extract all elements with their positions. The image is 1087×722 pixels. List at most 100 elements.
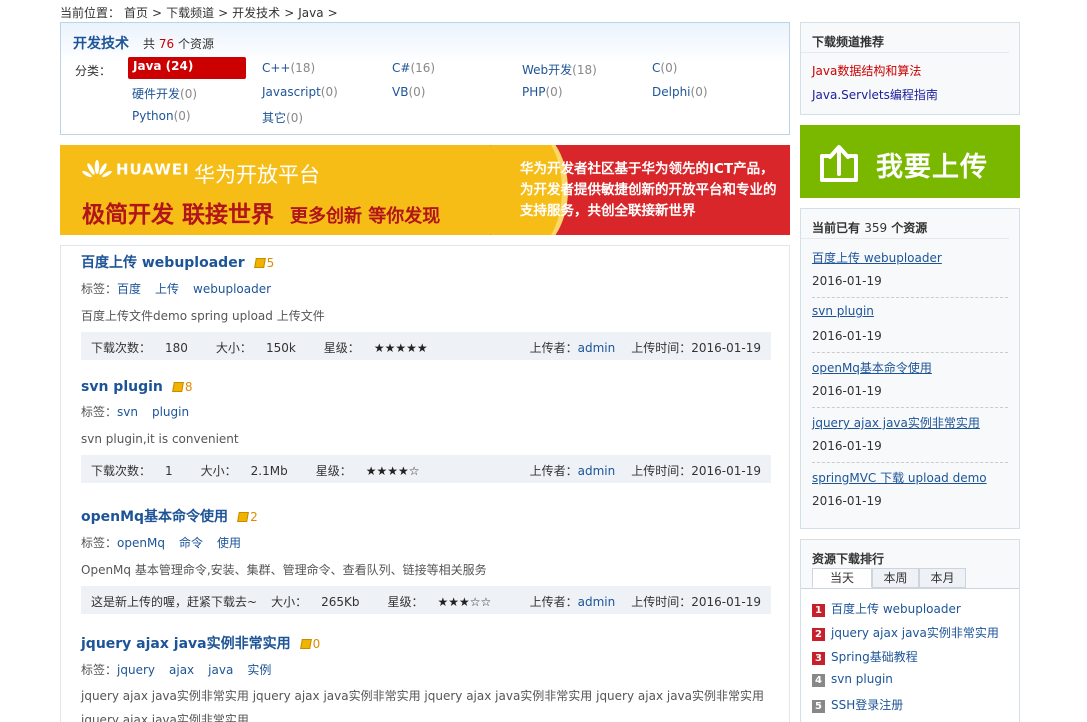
tag-link[interactable]: jquery xyxy=(117,663,155,677)
cat-count: (16) xyxy=(410,61,436,75)
banner-slogan: 极简开发 联接世界 更多创新 等你发现 xyxy=(82,195,440,229)
ranking-panel: 资源下载排行 当天 本周 本月 1 百度上传 webuploader 2 jquer… xyxy=(800,539,1020,722)
uploader-link[interactable]: admin xyxy=(578,341,616,355)
category-hardware[interactable]: 硬件开发(0) xyxy=(132,85,197,102)
category-delphi[interactable]: Delphi(0) xyxy=(652,85,708,99)
category-vb[interactable]: VB(0) xyxy=(392,85,425,99)
cat-name: 其它 xyxy=(262,111,287,125)
resource-title[interactable]: jquery ajax java实例非常实用 xyxy=(81,636,291,652)
cat-count: (0) xyxy=(286,111,304,125)
category-php[interactable]: PHP(0) xyxy=(522,85,563,99)
current-item-link[interactable]: openMq基本命令使用 xyxy=(812,359,1008,376)
category-other[interactable]: 其它(0) xyxy=(262,109,303,126)
size-label: 大小： xyxy=(215,341,252,355)
upload-date: 2016-01-19 xyxy=(691,595,761,609)
tab-today[interactable]: 当天 xyxy=(812,568,872,588)
category-python[interactable]: Python(0) xyxy=(132,109,191,123)
score-value: 2 xyxy=(250,510,258,524)
tag-link[interactable]: 百度 xyxy=(117,282,141,296)
score-badge: 2 xyxy=(237,510,258,524)
current-item-date: 2016-01-19 xyxy=(812,329,882,343)
cat-name: Web开发 xyxy=(522,63,573,77)
rank-title: Spring基础教程 xyxy=(831,650,918,664)
tag-link[interactable]: plugin xyxy=(152,405,189,419)
resource-title[interactable]: 百度上传 webuploader xyxy=(81,255,245,271)
breadcrumb-home[interactable]: 首页 xyxy=(124,6,148,20)
tag-link[interactable]: ajax xyxy=(169,663,194,677)
current-item-date: 2016-01-19 xyxy=(812,494,882,508)
divider xyxy=(812,297,1008,298)
rank-item[interactable]: 2 jquery ajax java实例非常实用 xyxy=(812,624,999,641)
cat-name: VB xyxy=(392,85,409,99)
current-item-link[interactable]: 百度上传 webuploader xyxy=(812,249,1008,266)
category-csharp[interactable]: C#(16) xyxy=(392,61,435,75)
rank-title: SSH登录注册 xyxy=(831,698,904,712)
upload-label: 我要上传 xyxy=(876,152,988,183)
upload-button[interactable]: 我要上传 xyxy=(800,125,1020,198)
huawei-flower-icon xyxy=(82,160,112,178)
rank-item[interactable]: 3 Spring基础教程 xyxy=(812,648,918,665)
category-web[interactable]: Web开发(18) xyxy=(522,61,597,78)
uploader-link[interactable]: admin xyxy=(578,464,616,478)
cat-name: Delphi xyxy=(652,85,691,99)
cat-name: Javascript xyxy=(262,85,321,99)
list-item: svn plugin 8 标签：svn plugin svn plugin,it i… xyxy=(81,379,771,483)
tag-link[interactable]: 实例 xyxy=(247,663,271,677)
tag-link[interactable]: svn xyxy=(117,405,138,419)
breadcrumb-download[interactable]: 下载频道 xyxy=(166,6,214,20)
size-label: 大小： xyxy=(200,464,237,478)
category-java[interactable]: Java (24) xyxy=(128,57,246,79)
category-cpp[interactable]: C++(18) xyxy=(262,61,315,75)
downloads-value: 1 xyxy=(165,464,173,478)
current-item-link[interactable]: jquery ajax java实例非常实用 xyxy=(812,414,1008,431)
tag-link[interactable]: 使用 xyxy=(217,536,241,550)
score-value: 8 xyxy=(184,380,193,394)
rank-number: 4 xyxy=(812,674,825,687)
level-label: 星级： xyxy=(387,595,424,609)
resource-title[interactable]: openMq基本命令使用 xyxy=(81,509,228,525)
rank-item[interactable]: 5 SSH登录注册 xyxy=(812,696,903,713)
cat-count: (0) xyxy=(320,85,338,99)
breadcrumb-dev[interactable]: 开发技术 xyxy=(232,6,280,20)
recommend-link[interactable]: Java.Servlets编程指南 xyxy=(812,86,938,103)
current-resources-panel: 当前已有 359 个资源 百度上传 webuploader 2016-01-19… xyxy=(800,208,1020,529)
uploader-link[interactable]: admin xyxy=(578,595,616,609)
cat-count: (18) xyxy=(572,63,597,77)
tags-label: 标签： xyxy=(81,663,118,677)
tag-link[interactable]: webuploader xyxy=(193,282,271,296)
huawei-ad-banner[interactable]: HUAWEI 华为开放平台 极简开发 联接世界 更多创新 等你发现 华为开发者社… xyxy=(60,145,790,235)
rank-number: 2 xyxy=(812,628,825,641)
total-count: 76 xyxy=(158,37,175,51)
cat-name: C++ xyxy=(262,61,291,75)
tag-link[interactable]: 命令 xyxy=(179,536,203,550)
recommend-title: 下载频道推荐 xyxy=(801,23,1009,53)
banner-brand: HUAWEI xyxy=(116,160,190,179)
coin-icon xyxy=(171,382,184,392)
tag-link[interactable]: openMq xyxy=(117,536,165,550)
current-suffix: 个资源 xyxy=(891,221,928,235)
tab-month[interactable]: 本月 xyxy=(919,568,966,588)
uploader-label: 上传者： xyxy=(529,341,578,355)
resource-title[interactable]: svn plugin xyxy=(81,379,163,395)
divider xyxy=(812,407,1008,408)
cat-name: C# xyxy=(392,61,411,75)
cat-name: Java xyxy=(133,59,162,73)
rank-item[interactable]: 1 百度上传 webuploader xyxy=(812,600,961,617)
upload-date: 2016-01-19 xyxy=(691,341,761,355)
current-item-link[interactable]: svn plugin xyxy=(812,304,1008,318)
recommend-link[interactable]: Java数据结构和算法 xyxy=(812,62,921,79)
breadcrumb-java[interactable]: Java xyxy=(298,6,323,20)
current-title: 当前已有 359 个资源 xyxy=(801,209,1009,239)
uploader-label: 上传者： xyxy=(529,595,578,609)
recommend-panel: 下载频道推荐 Java数据结构和算法 Java.Servlets编程指南 xyxy=(800,22,1020,115)
rank-item[interactable]: 4 svn plugin xyxy=(812,672,893,687)
tag-link[interactable]: 上传 xyxy=(155,282,179,296)
tab-week[interactable]: 本周 xyxy=(872,568,919,588)
current-item-link[interactable]: springMVC 下载 upload demo xyxy=(812,469,1008,486)
resource-meta-bar: 下载次数： 1 大小： 2.1Mb 星级： ★★★★☆ 上传者：admin 上传时间：201… xyxy=(81,455,771,483)
uploader-label: 上传者： xyxy=(529,464,578,478)
category-javascript[interactable]: Javascript(0) xyxy=(262,85,338,99)
tag-link[interactable]: java xyxy=(208,663,233,677)
category-c[interactable]: C(0) xyxy=(652,61,677,75)
resource-description: svn plugin,it is convenient xyxy=(81,432,239,446)
